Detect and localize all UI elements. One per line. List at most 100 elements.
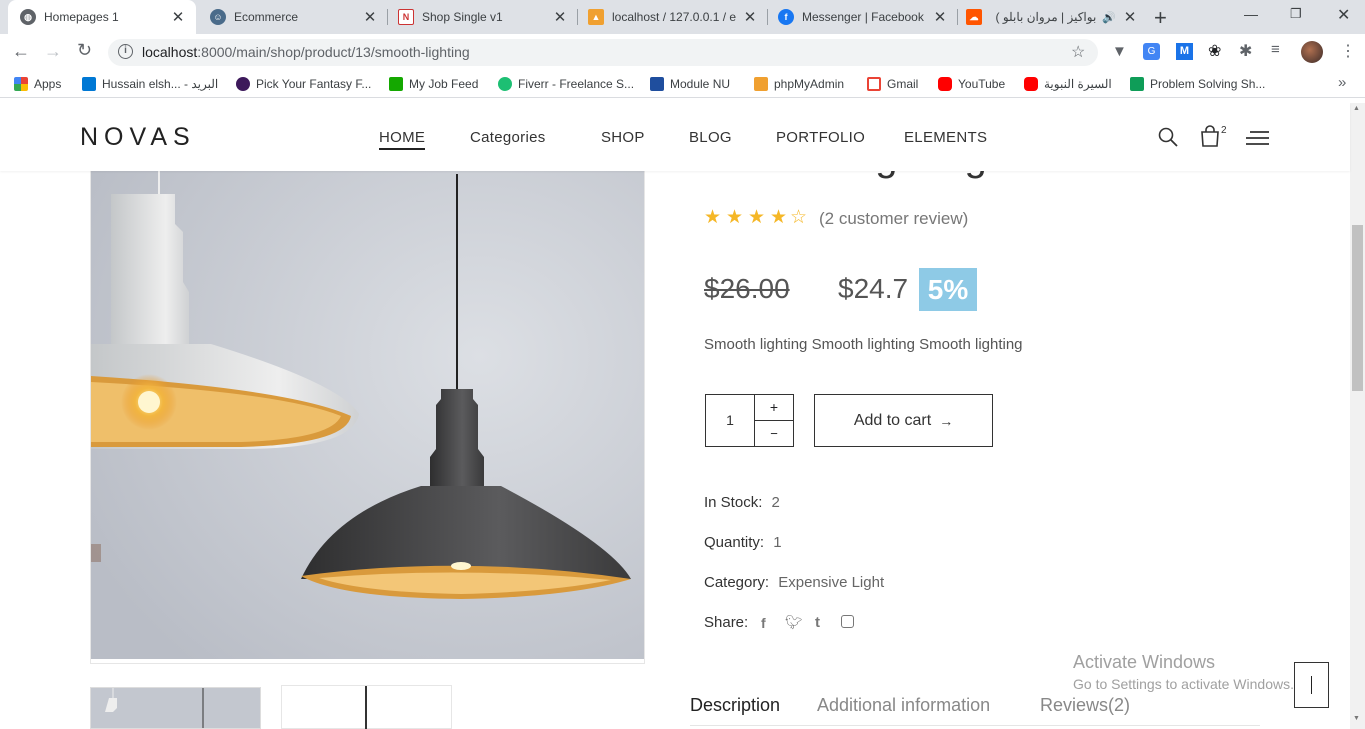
- product-thumbnail-2[interactable]: [281, 685, 452, 729]
- add-to-cart-button[interactable]: Add to cart →: [814, 394, 993, 447]
- search-icon[interactable]: [1158, 127, 1178, 147]
- site-logo[interactable]: NOVAS: [80, 123, 196, 152]
- youtube-icon: [938, 77, 952, 91]
- bookmark-upwork[interactable]: My Job Feed: [389, 76, 478, 92]
- page-scrollbar[interactable]: ▲ ▼: [1350, 103, 1365, 729]
- review-count-link[interactable]: (2 customer review): [819, 209, 968, 229]
- gmail-icon: [867, 77, 881, 91]
- nu-icon: [650, 77, 664, 91]
- bookmark-phpmyadmin[interactable]: phpMyAdmin: [754, 76, 844, 92]
- extension-m-icon[interactable]: M: [1176, 43, 1193, 60]
- apps-grid-icon: [14, 77, 28, 91]
- speaker-icon[interactable]: 🔊: [1102, 11, 1116, 24]
- close-tab-icon[interactable]: ✕: [742, 8, 758, 26]
- outlook-icon: [82, 77, 96, 91]
- upwork-icon: [389, 77, 403, 91]
- category-link[interactable]: Expensive Light: [778, 574, 884, 591]
- tab-additional-information[interactable]: Additional information: [817, 695, 990, 716]
- bookmark-problem-solving[interactable]: Problem Solving Sh...: [1130, 76, 1265, 92]
- shopping-bag-icon[interactable]: [1200, 125, 1220, 147]
- bookmark-youtube[interactable]: YouTube: [938, 76, 1005, 92]
- nav-shop[interactable]: SHOP: [601, 129, 645, 146]
- tabs-divider: [690, 725, 1260, 726]
- close-tab-icon[interactable]: ✕: [932, 8, 948, 26]
- nav-blog[interactable]: BLOG: [689, 129, 732, 146]
- back-icon[interactable]: ←: [12, 41, 30, 62]
- instagram-share-icon[interactable]: [841, 615, 854, 628]
- tab-description[interactable]: Description: [690, 695, 780, 716]
- short-description: Smooth lighting Smooth lighting Smooth l…: [704, 336, 1023, 353]
- quantity-decrease-button[interactable]: −: [754, 421, 793, 446]
- bookmark-gmail[interactable]: Gmail: [867, 76, 918, 92]
- tab-title: Homepages 1: [44, 10, 119, 24]
- bookmark-outlook[interactable]: Hussain elsh... - البريد: [82, 76, 218, 92]
- browser-tab-messenger[interactable]: f Messenger | Facebook ✕: [768, 0, 956, 34]
- bookmark-seerah[interactable]: السيرة النبوية: [1024, 76, 1112, 92]
- bookmark-label: Problem Solving Sh...: [1150, 77, 1266, 91]
- tumblr-share-icon[interactable]: t: [815, 614, 820, 631]
- bookmark-fiverr[interactable]: Fiverr - Freelance S...: [498, 76, 634, 92]
- star-empty-icon: ☆: [790, 207, 808, 228]
- scrollbar-thumb[interactable]: [1352, 225, 1363, 391]
- bookmark-star-icon[interactable]: ☆: [1071, 42, 1085, 62]
- close-tab-icon[interactable]: ✕: [362, 8, 378, 26]
- quantity-input[interactable]: 1: [706, 395, 754, 446]
- tab-reviews[interactable]: Reviews(2): [1040, 695, 1130, 716]
- info-icon[interactable]: i: [118, 44, 133, 59]
- new-tab-button[interactable]: +: [1154, 5, 1167, 31]
- hamburger-menu-icon[interactable]: [1246, 131, 1269, 146]
- close-tab-icon[interactable]: ✕: [1122, 8, 1138, 26]
- extension-swirl-icon[interactable]: ❀: [1208, 41, 1221, 61]
- fiverr-icon: [498, 77, 512, 91]
- bookmark-label: Apps: [34, 77, 62, 91]
- bookmark-module-nu[interactable]: Module NU: [650, 76, 730, 92]
- in-stock-value: 2: [771, 494, 780, 511]
- scroll-up-icon[interactable]: ▲: [1353, 105, 1360, 112]
- thumbnail-image: [91, 688, 260, 728]
- restore-icon[interactable]: ❐: [1290, 6, 1302, 22]
- twitter-share-icon[interactable]: 🐦︎: [785, 614, 803, 631]
- reload-icon[interactable]: ↻: [77, 40, 92, 61]
- media-control-icon[interactable]: ≡: [1271, 41, 1280, 58]
- new-price: $24.7: [838, 273, 909, 304]
- youtube-icon: [1024, 77, 1038, 91]
- nav-categories[interactable]: Categories: [470, 129, 546, 146]
- tab-title: Shop Single v1: [422, 10, 503, 24]
- web-page: Smooth lighting ★ ★ ★ ★ ☆ (2 customer re…: [0, 103, 1365, 729]
- close-tab-icon[interactable]: ✕: [552, 8, 568, 26]
- menu-kebab-icon[interactable]: ⋮: [1340, 41, 1356, 61]
- forward-icon[interactable]: →: [44, 41, 62, 62]
- browser-tab-homepages[interactable]: ◍ Homepages 1 ✕: [8, 0, 196, 34]
- extensions-puzzle-icon[interactable]: ✱: [1239, 41, 1252, 61]
- nav-home[interactable]: HOME: [379, 129, 426, 150]
- bookmark-label: phpMyAdmin: [774, 77, 845, 91]
- product-thumbnail-1[interactable]: [90, 687, 261, 729]
- scroll-down-icon[interactable]: ▼: [1353, 715, 1360, 722]
- extension-v-icon[interactable]: ▼: [1112, 43, 1127, 60]
- browser-tab-ecommerce[interactable]: ☺ Ecommerce ✕: [198, 0, 386, 34]
- close-tab-icon[interactable]: ✕: [170, 8, 186, 26]
- more-bookmarks-icon[interactable]: »: [1338, 74, 1346, 91]
- sheets-icon: [1130, 77, 1144, 91]
- facebook-icon: f: [778, 9, 794, 25]
- minimize-icon[interactable]: —: [1244, 6, 1258, 22]
- browser-tab-phpmyadmin[interactable]: ▲ localhost / 127.0.0.1 / e ✕: [578, 0, 766, 34]
- quantity-stepper: 1 + −: [705, 394, 794, 447]
- bookmark-apps[interactable]: Apps: [14, 76, 61, 92]
- tab-title: localhost / 127.0.0.1 / e: [612, 10, 737, 24]
- nav-portfolio[interactable]: PORTFOLIO: [776, 129, 865, 146]
- nav-elements[interactable]: ELEMENTS: [904, 129, 987, 146]
- quantity-increase-button[interactable]: +: [754, 395, 793, 421]
- bookmark-label: Module NU: [670, 77, 731, 91]
- tab-title: Ecommerce: [234, 10, 299, 24]
- profile-avatar[interactable]: [1301, 41, 1323, 63]
- translate-icon[interactable]: G: [1143, 43, 1160, 60]
- in-stock-label: In Stock:: [704, 494, 763, 511]
- browser-tab-shop-single[interactable]: N Shop Single v1 ✕: [388, 0, 576, 34]
- product-main-image-frame[interactable]: [90, 153, 645, 664]
- browser-tab-soundcloud[interactable]: ☁ بواكيز | مروان بابلو ) 🔊 ✕: [958, 0, 1146, 34]
- window-close-icon[interactable]: ✕: [1337, 5, 1350, 25]
- bookmark-fantasy[interactable]: Pick Your Fantasy F...: [236, 76, 371, 92]
- address-bar[interactable]: i localhost:8000/main/shop/product/13/sm…: [108, 39, 1098, 66]
- facebook-share-icon[interactable]: f: [761, 615, 766, 631]
